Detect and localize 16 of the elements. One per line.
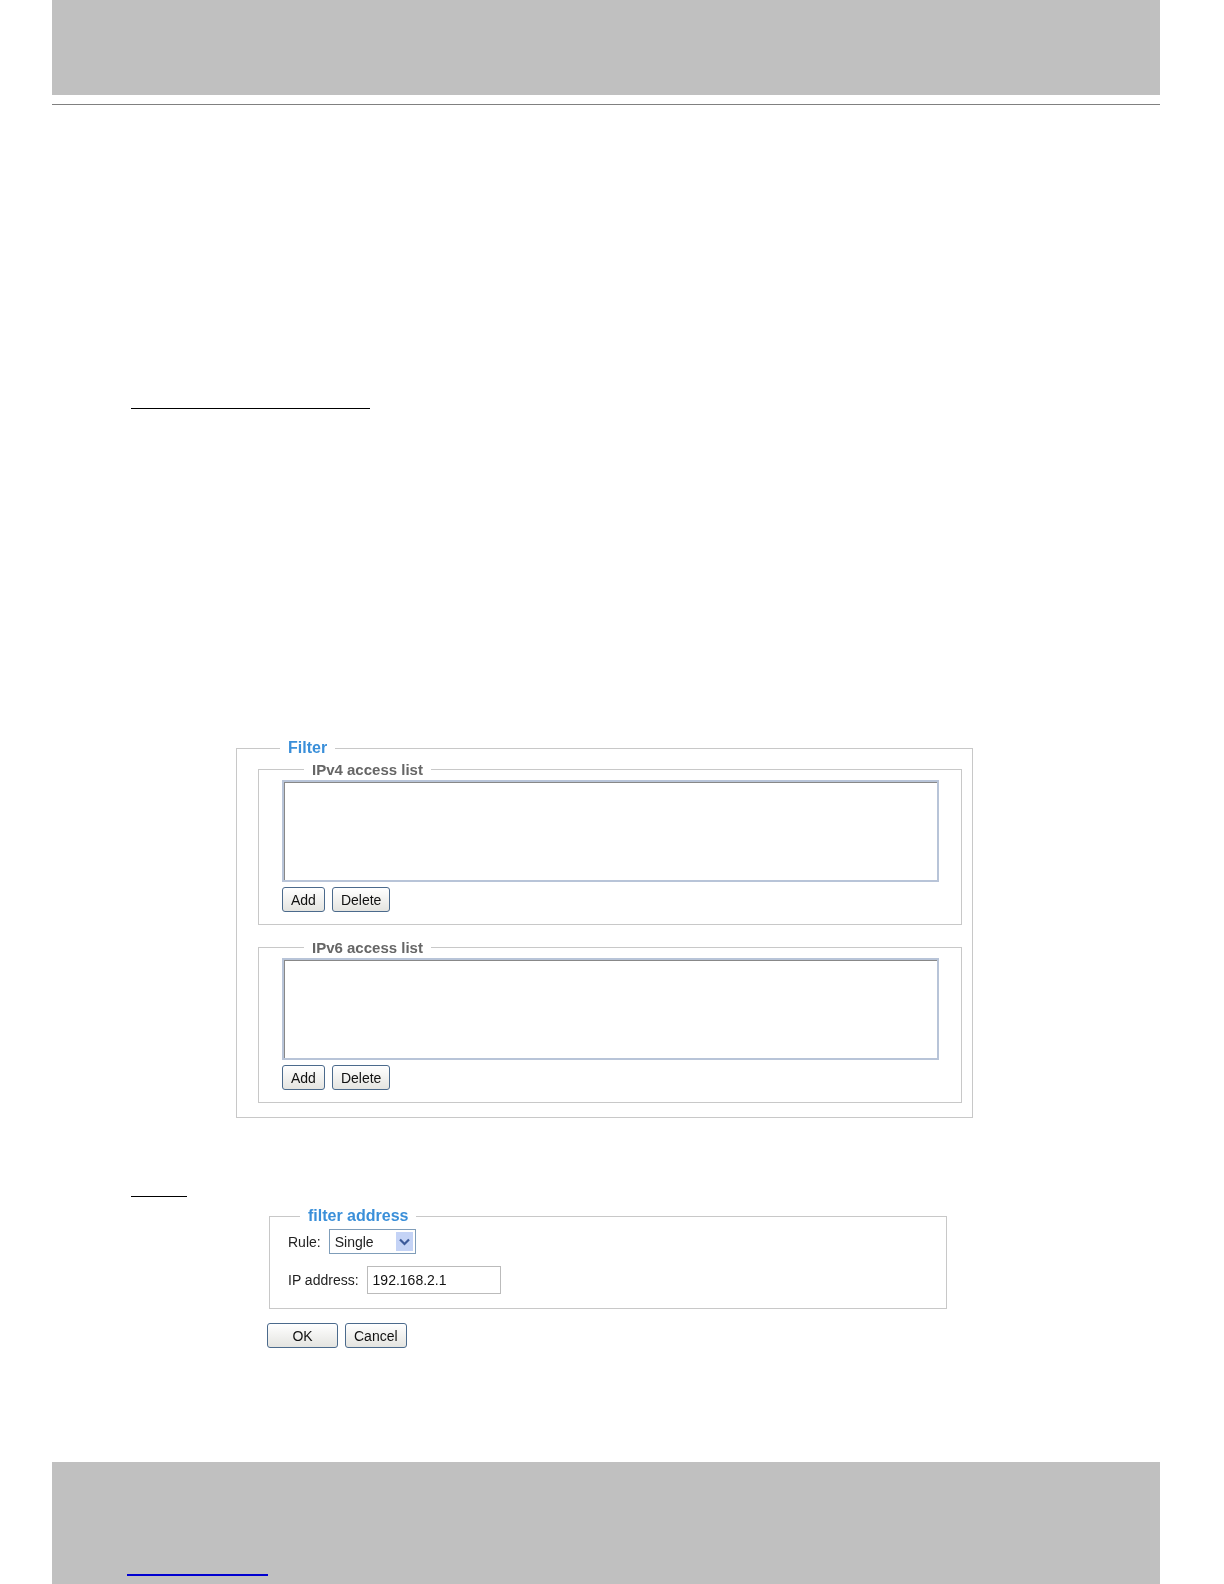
ok-button[interactable]: OK [267,1323,338,1348]
panel-legend: Filter [280,739,336,757]
add-button[interactable]: Add [282,1065,325,1090]
add-button[interactable]: Add [282,887,325,912]
ip-address-label: IP address: [288,1272,359,1288]
ip-address-field[interactable]: 192.168.2.1 [366,1266,501,1294]
group-legend: IPv6 access list [304,939,431,956]
group-legend: IPv4 access list [304,761,431,778]
delete-button[interactable]: Delete [331,887,391,912]
cancel-button[interactable]: Cancel [345,1323,407,1348]
rule-label: Rule: [288,1233,321,1250]
access-listbox[interactable] [282,780,939,882]
delete-button[interactable]: Delete [331,1065,391,1090]
rule-dropdown[interactable]: Single [328,1229,416,1254]
panel-legend: filter address [300,1207,417,1225]
access-listbox[interactable] [282,958,939,1060]
